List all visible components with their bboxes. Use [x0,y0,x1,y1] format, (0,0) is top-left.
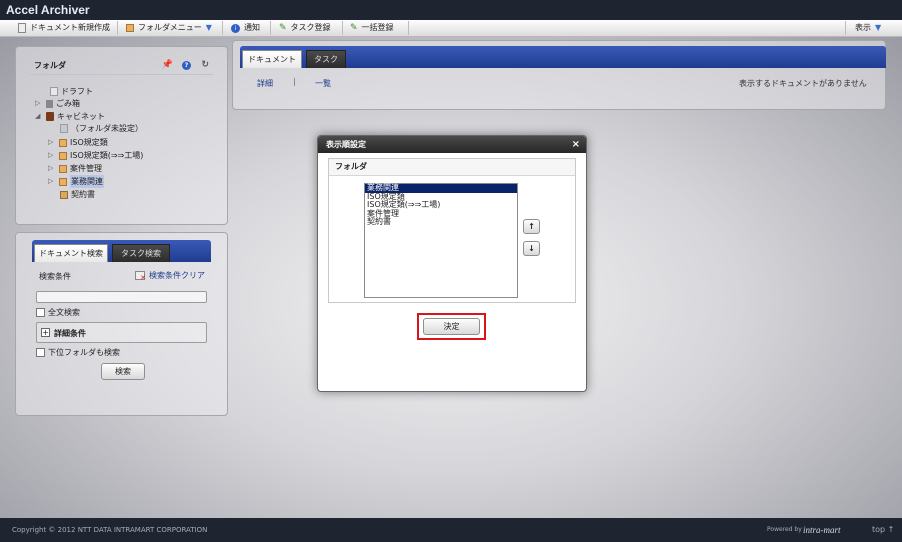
search-condition-label: 検索条件 [39,272,71,281]
menubar: ドキュメント新規作成 フォルダメニュー ▼ i 通知 ✎ タスク登録 ✎ 一括登… [0,20,902,37]
view-menu[interactable]: 表示 ▼ [855,20,881,36]
tab-task[interactable]: タスク [306,50,346,68]
subfolder-label: 下位フォルダも検索 [48,348,120,357]
bulk-register-menu[interactable]: ✎ 一括登録 [350,20,394,36]
tree-item-contract[interactable]: 契約書 [60,188,95,201]
search-input[interactable] [36,291,207,303]
folder-panel: フォルダ 📌 ? ↻ ドラフト ▷ ごみ箱 ◢ キャビネット （フォルダ未設定） ▷… [15,46,228,225]
refresh-icon[interactable]: ↻ [201,57,209,74]
tab-task-search[interactable]: タスク検索 [112,244,170,262]
clear-condition-link[interactable]: ✕ 検索条件クリア [135,270,205,282]
list-view-link[interactable]: 一覧 [315,78,331,89]
app-title: Accel Archiver [0,0,902,20]
move-up-button[interactable]: ↑ [523,219,540,234]
folder-order-list[interactable]: 業務関連 ISO規定類 ISO規定類(⇒⇒工場) 案件管理 契約書 [364,183,518,298]
folder-fieldset: フォルダ 業務関連 ISO規定類 ISO規定類(⇒⇒工場) 案件管理 契約書 ↑… [328,158,576,303]
tab-document-search[interactable]: ドキュメント検索 [34,244,108,262]
draft-icon [50,87,58,96]
powered-by: Powered by [767,526,802,533]
help-icon[interactable]: ? [182,61,191,70]
new-document-menu[interactable]: ドキュメント新規作成 [18,20,110,36]
tree-item-business[interactable]: ▷ 業務関連 [48,175,104,188]
folder-icon [126,24,134,32]
close-icon[interactable]: × [572,136,580,153]
link-divider: | [293,77,296,86]
intra-mart-logo: intra-mart [803,525,841,535]
info-icon: i [231,23,240,33]
dialog-title: 表示順設定 [326,140,366,149]
dialog-titlebar: 表示順設定 × [318,136,586,153]
task-register-menu[interactable]: ✎ タスク登録 [279,20,331,36]
cabinet-icon [46,112,54,121]
folder-icon [59,177,67,186]
detail-conditions-label: 詳細条件 [54,329,86,338]
plus-icon: + [41,328,50,337]
tree-item-trash[interactable]: ▷ ごみ箱 [35,97,80,110]
task-pen-icon: ✎ [279,23,287,33]
folder-icon [59,138,67,147]
expand-icon[interactable]: ▷ [35,97,43,110]
folder-icon [59,164,67,173]
footer: Copyright © 2012 NTT DATA INTRAMART CORP… [0,518,902,542]
fulltext-checkbox[interactable] [36,308,45,317]
expand-icon[interactable]: ▷ [48,136,56,149]
folder-panel-title: フォルダ 📌 ? ↻ [30,57,213,75]
tree-item-iso[interactable]: ▷ ISO規定類 [48,136,108,149]
empty-message: 表示するドキュメントがありません [739,79,867,88]
expand-icon[interactable]: ▷ [48,149,56,162]
tree-item-unassigned[interactable]: （フォルダ未設定） [60,122,143,135]
ok-button[interactable]: 決定 [423,318,480,335]
top-link[interactable]: top ↑ [872,518,894,542]
bulk-register-label: 一括登録 [361,23,394,32]
collapse-icon[interactable]: ◢ [35,110,43,123]
contract-icon [60,190,68,199]
new-document-label: ドキュメント新規作成 [30,23,110,32]
view-menu-label: 表示 [855,23,871,32]
tree-item-iso-factory[interactable]: ▷ ISO規定類(⇒⇒工場) [48,149,143,162]
notification-label: 通知 [244,23,260,32]
expand-icon[interactable]: ▷ [48,175,56,188]
list-item[interactable]: 契約書 [365,217,517,227]
folder-icon [59,151,67,160]
pin-icon[interactable]: 📌 [162,57,173,74]
chevron-down-icon: ▼ [205,23,212,32]
clear-icon: ✕ [135,271,146,282]
notification-menu[interactable]: i 通知 [231,20,260,36]
detail-view-link[interactable]: 詳細 [257,78,273,89]
folder-unset-icon [60,124,68,133]
bulk-pen-icon: ✎ [350,23,358,33]
folder-menu-label: フォルダメニュー [138,23,202,32]
move-down-button[interactable]: ↓ [523,241,540,256]
document-panel: ドキュメント タスク 詳細 | 一覧 表示するドキュメントがありません [232,40,886,110]
search-panel: ドキュメント検索 タスク検索 検索条件 ✕ 検索条件クリア 全文検索 + 詳細条… [15,232,228,416]
tab-document[interactable]: ドキュメント [242,50,302,68]
detail-conditions[interactable]: + 詳細条件 [36,322,207,343]
fieldset-legend: フォルダ [329,159,575,176]
folder-menu[interactable]: フォルダメニュー ▼ [126,20,212,36]
chevron-down-icon: ▼ [875,23,882,32]
document-tabbar: ドキュメント タスク [240,46,886,68]
search-button[interactable]: 検索 [101,363,145,380]
search-tabbar: ドキュメント検索 タスク検索 [32,240,211,262]
fulltext-label: 全文検索 [48,308,80,317]
subfolder-checkbox[interactable] [36,348,45,357]
display-order-dialog: 表示順設定 × フォルダ 業務関連 ISO規定類 ISO規定類(⇒⇒工場) 案件… [317,135,587,392]
new-document-icon [18,23,26,33]
trash-icon [46,99,53,108]
copyright: Copyright © 2012 NTT DATA INTRAMART CORP… [12,526,208,534]
tree-item-project[interactable]: ▷ 案件管理 [48,162,102,175]
clear-condition-label: 検索条件クリア [149,271,205,280]
expand-icon[interactable]: ▷ [48,162,56,175]
task-register-label: タスク登録 [290,23,331,32]
